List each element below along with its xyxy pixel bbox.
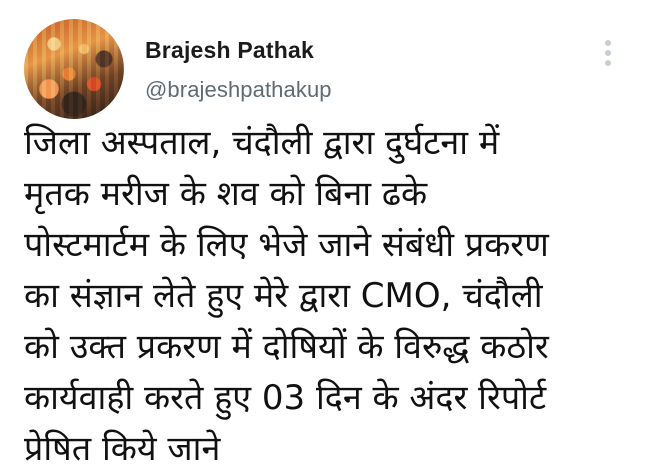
author-display-name[interactable]: Brajesh Pathak xyxy=(145,37,314,64)
more-dot xyxy=(605,40,611,46)
author-handle[interactable]: @brajeshpathakup xyxy=(145,77,332,103)
tweet-card: Brajesh Pathak @brajeshpathakup जिला अस्… xyxy=(0,0,657,476)
tweet-text: जिला अस्पताल, चंदौली द्वारा दुर्घटना में… xyxy=(24,118,649,475)
avatar-photo xyxy=(24,19,124,119)
more-dot xyxy=(605,60,611,66)
tweet-text-line: कार्यवाही करते हुए 03 दिन के अंदर रिपोर्… xyxy=(24,378,547,418)
tweet-text-line: जिला अस्पताल, चंदौली द्वारा दुर्घटना में xyxy=(24,123,500,163)
tweet-text-line: को उक्त प्रकरण में दोषियों के विरुद्ध कठ… xyxy=(24,327,549,367)
tweet-text-line: प्रेषित किये जाने xyxy=(24,429,221,469)
more-dot xyxy=(605,50,611,56)
author-avatar[interactable] xyxy=(24,19,124,119)
more-options-icon[interactable] xyxy=(602,38,614,68)
tweet-text-line: मृतक मरीज के शव को बिना ढके xyxy=(24,174,428,214)
tweet-text-line: पोस्टमार्टम के लिए भेजे जाने संबंधी प्रक… xyxy=(24,225,549,265)
tweet-text-line: का संज्ञान लेते हुए मेरे द्वारा CMO, चंद… xyxy=(24,276,543,316)
